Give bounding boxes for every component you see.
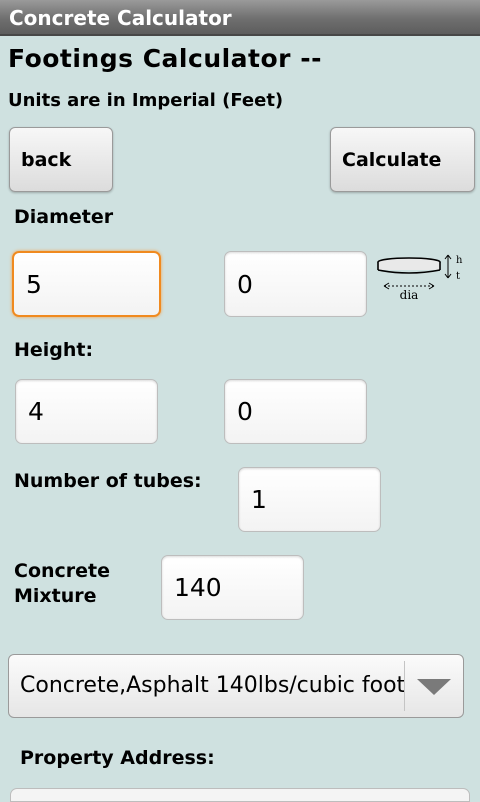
tubes-value: 1 [251,485,267,514]
diameter-feet-value: 5 [26,269,42,299]
chevron-down-icon [417,679,451,695]
mixture-type-dropdown[interactable]: Concrete,Asphalt 140lbs/cubic foot [8,654,464,718]
calculate-button[interactable]: Calculate [330,127,475,192]
mixture-type-selected: Concrete,Asphalt 140lbs/cubic foot [20,673,406,698]
mixture-label-line1: Concrete [14,560,111,582]
mixture-input[interactable]: 140 [161,555,304,620]
diameter-label: Diameter [14,206,114,228]
calculate-button-label: Calculate [342,148,442,171]
height-feet-value: 4 [28,397,44,426]
back-button-label: back [21,148,72,171]
mixture-label-line2: Mixture [14,585,97,607]
diagram-t-label: t [456,271,460,282]
dropdown-divider [404,661,405,711]
mixture-value: 140 [174,573,222,602]
diameter-inches-value: 0 [237,269,253,299]
diagram-h-label: h [456,255,463,266]
back-button[interactable]: back [9,127,113,192]
footing-diagram-icon: dia h t [376,252,468,302]
units-note: Units are in Imperial (Feet) [8,90,284,111]
diagram-dia-label: dia [400,288,419,302]
diameter-inches-input[interactable]: 0 [224,251,367,317]
height-feet-input[interactable]: 4 [15,379,158,444]
tubes-label: Number of tubes: [14,470,202,492]
app-title-bar: Concrete Calculator [0,0,480,36]
tubes-input[interactable]: 1 [238,467,381,532]
page-title: Footings Calculator -- [8,44,322,73]
height-inches-value: 0 [237,397,253,426]
diameter-feet-input[interactable]: 5 [12,251,161,317]
height-label: Height: [14,339,94,361]
app-title: Concrete Calculator [9,6,232,30]
mixture-label: Concrete Mixture [14,559,110,609]
height-inches-input[interactable]: 0 [224,379,367,444]
property-address-label: Property Address: [20,747,215,769]
